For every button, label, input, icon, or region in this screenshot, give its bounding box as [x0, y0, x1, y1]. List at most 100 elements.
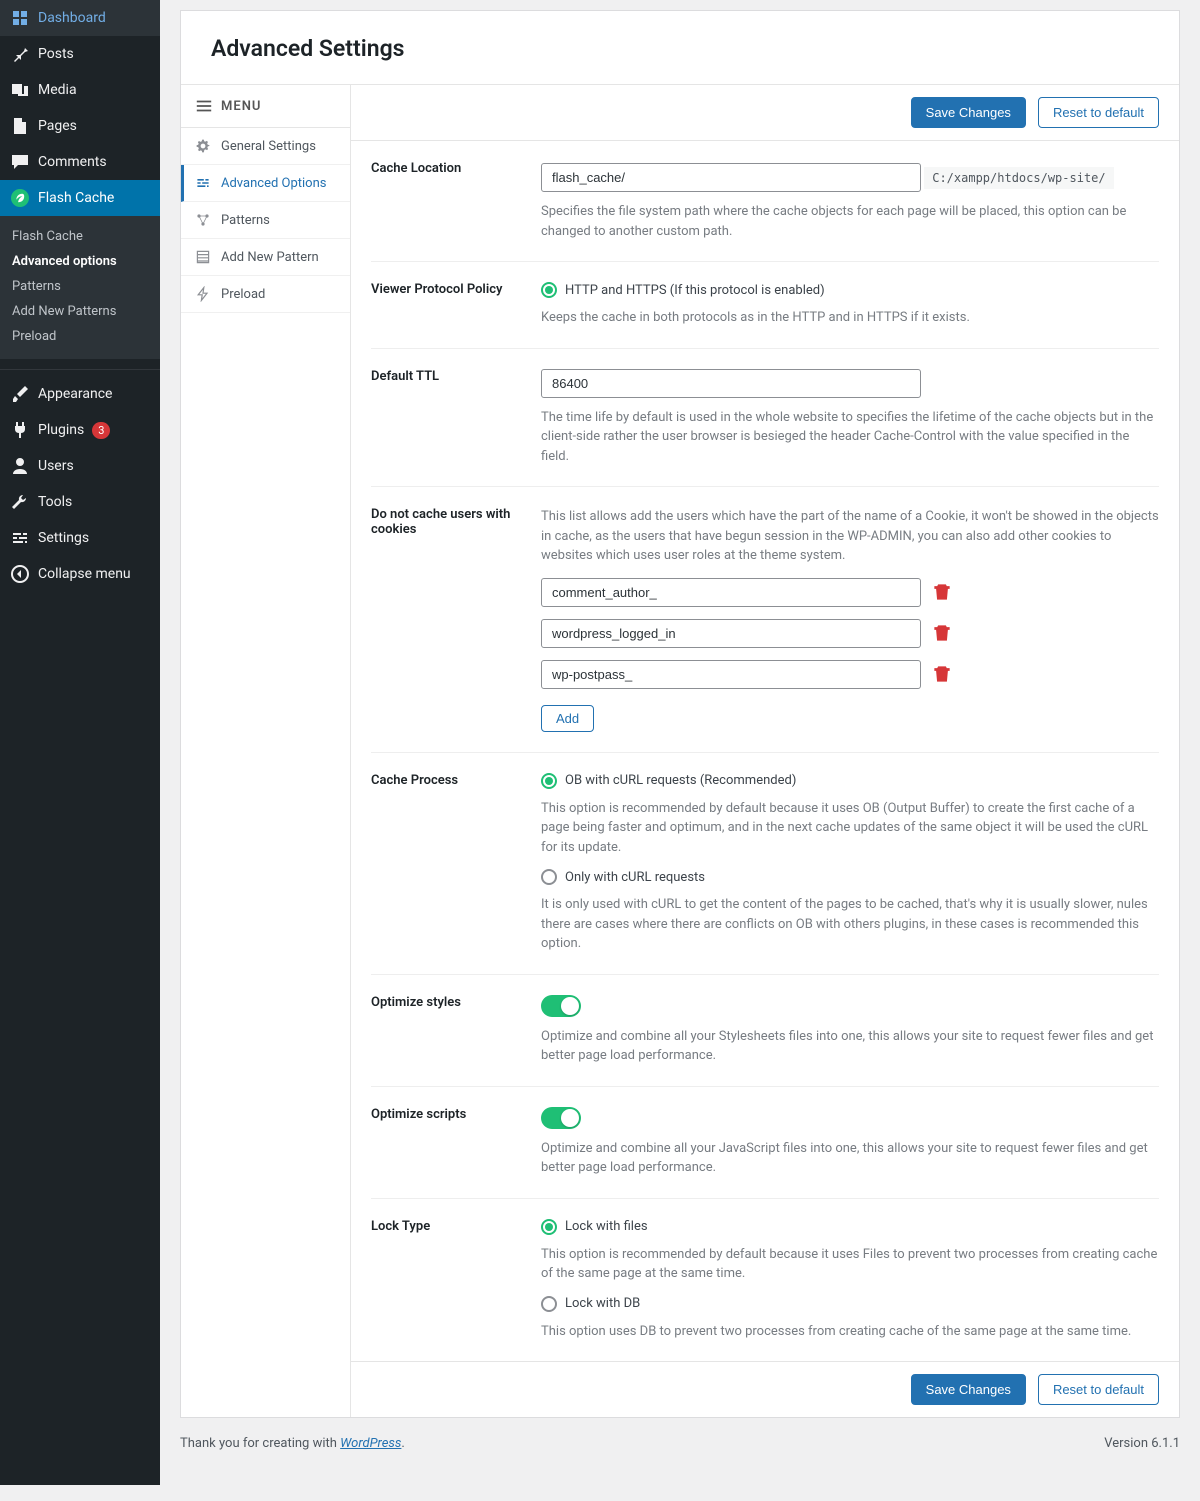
sidebar-item-label: Pages [38, 118, 77, 134]
help-text: Optimize and combine all your JavaScript… [541, 1139, 1159, 1178]
sidebar-item-collapse-menu[interactable]: Collapse menu [0, 556, 160, 592]
sidebar-subitem[interactable]: Flash Cache [0, 224, 160, 249]
sidebar-item-comments[interactable]: Comments [0, 144, 160, 180]
viewer-protocol-label: Viewer Protocol Policy [371, 282, 541, 328]
menu-item-label: General Settings [221, 139, 316, 154]
menu-item-patterns[interactable]: Patterns [181, 202, 350, 239]
page-icon [10, 116, 30, 136]
menu-item-advanced-options[interactable]: Advanced Options [181, 165, 350, 202]
lock-type-label: Lock Type [371, 1219, 541, 1342]
media-icon [10, 80, 30, 100]
lock-type-opt1: Lock with files [565, 1219, 648, 1234]
help-text: The time life by default is used in the … [541, 408, 1159, 467]
sidebar-subitem[interactable]: Advanced options [0, 249, 160, 274]
cache-location-label: Cache Location [371, 161, 541, 241]
sidebar-item-tools[interactable]: Tools [0, 484, 160, 520]
trash-icon[interactable] [933, 583, 951, 601]
cache-process-opt1: OB with cURL requests (Recommended) [565, 773, 796, 788]
sidebar-item-label: Posts [38, 46, 74, 62]
optimize-styles-label: Optimize styles [371, 995, 541, 1066]
user-icon [10, 456, 30, 476]
sidebar-item-label: Dashboard [38, 10, 106, 26]
sidebar-subitem[interactable]: Add New Patterns [0, 299, 160, 324]
menu-item-preload[interactable]: Preload [181, 276, 350, 313]
help-text: Keeps the cache in both protocols as in … [541, 308, 1159, 328]
help-text: This option is recommended by default be… [541, 799, 1159, 858]
sidebar-item-label: Appearance [38, 386, 112, 402]
sidebar-item-label: Flash Cache [38, 190, 114, 206]
cache-process-label: Cache Process [371, 773, 541, 954]
cookie-input[interactable] [541, 578, 921, 607]
nodes-icon [195, 212, 211, 228]
settings-menu: MENU General Settings Advanced Options Pat… [181, 85, 351, 1417]
comment-icon [10, 152, 30, 172]
cache-process-ob-radio[interactable] [541, 773, 557, 789]
wordpress-link[interactable]: WordPress [340, 1436, 401, 1451]
menu-item-label: Preload [221, 287, 265, 302]
sidebar-item-media[interactable]: Media [0, 72, 160, 108]
sidebar-item-posts[interactable]: Posts [0, 36, 160, 72]
sidebar-item-label: Media [38, 82, 77, 98]
menu-item-label: Patterns [221, 213, 270, 228]
add-cookie-button[interactable]: Add [541, 705, 594, 732]
sidebar-item-plugins[interactable]: Plugins3 [0, 412, 160, 448]
menu-item-label: Add New Pattern [221, 250, 319, 265]
sidebar-item-users[interactable]: Users [0, 448, 160, 484]
lock-db-radio[interactable] [541, 1296, 557, 1312]
sidebar-item-appearance[interactable]: Appearance [0, 376, 160, 412]
sliders-icon [10, 528, 30, 548]
collapse-icon [10, 564, 30, 584]
sliders-icon [195, 175, 211, 191]
save-button[interactable]: Save Changes [911, 97, 1026, 128]
sidebar-item-settings[interactable]: Settings [0, 520, 160, 556]
cookie-input[interactable] [541, 660, 921, 689]
optimize-scripts-label: Optimize scripts [371, 1107, 541, 1178]
sidebar-item-label: Settings [38, 530, 89, 546]
lock-type-opt2: Lock with DB [565, 1296, 640, 1311]
bolt-icon [195, 286, 211, 302]
menu-item-add-new-pattern[interactable]: Add New Pattern [181, 239, 350, 276]
cookies-label: Do not cache users with cookies [371, 507, 541, 732]
dashboard-icon [10, 8, 30, 28]
menu-item-general-settings[interactable]: General Settings [181, 128, 350, 165]
lock-files-radio[interactable] [541, 1219, 557, 1235]
trash-icon[interactable] [933, 624, 951, 642]
footer-thanks: Thank you for creating with WordPress. [180, 1436, 405, 1451]
page-title: Advanced Settings [211, 35, 1149, 62]
trash-icon[interactable] [933, 665, 951, 683]
sidebar-item-dashboard[interactable]: Dashboard [0, 0, 160, 36]
gear-icon [195, 138, 211, 154]
flash-cache-icon [10, 188, 30, 208]
wrench-icon [10, 492, 30, 512]
sidebar-item-pages[interactable]: Pages [0, 108, 160, 144]
sidebar-subitem[interactable]: Preload [0, 324, 160, 349]
list-icon [195, 249, 211, 265]
admin-sidebar: Dashboard Posts Media Pages Comments Flash Ca… [0, 0, 160, 1485]
optimize-scripts-toggle[interactable] [541, 1107, 581, 1129]
brush-icon [10, 384, 30, 404]
cache-location-input[interactable] [541, 163, 921, 192]
main-content: Advanced Settings MENU General Settings A… [160, 0, 1200, 1485]
help-text: This option is recommended by default be… [541, 1245, 1159, 1284]
help-text: Optimize and combine all your Stylesheet… [541, 1027, 1159, 1066]
save-button-bottom[interactable]: Save Changes [911, 1374, 1026, 1405]
sidebar-item-label: Users [38, 458, 74, 474]
viewer-protocol-radio[interactable] [541, 282, 557, 298]
menu-header: MENU [181, 85, 350, 128]
hamburger-icon [195, 97, 213, 115]
plug-icon [10, 420, 30, 440]
reset-button[interactable]: Reset to default [1038, 97, 1159, 128]
pin-icon [10, 44, 30, 64]
sidebar-item-label: Tools [38, 494, 72, 510]
help-text: This list allows add the users which hav… [541, 507, 1159, 566]
cookie-input[interactable] [541, 619, 921, 648]
sidebar-item-label: Plugins [38, 422, 84, 438]
viewer-protocol-option: HTTP and HTTPS (If this protocol is enab… [565, 283, 825, 298]
reset-button-bottom[interactable]: Reset to default [1038, 1374, 1159, 1405]
default-ttl-input[interactable] [541, 369, 921, 398]
cache-process-curl-radio[interactable] [541, 869, 557, 885]
sidebar-item-flash-cache[interactable]: Flash Cache [0, 180, 160, 216]
sidebar-subitem[interactable]: Patterns [0, 274, 160, 299]
help-text: It is only used with cURL to get the con… [541, 895, 1159, 954]
optimize-styles-toggle[interactable] [541, 995, 581, 1017]
